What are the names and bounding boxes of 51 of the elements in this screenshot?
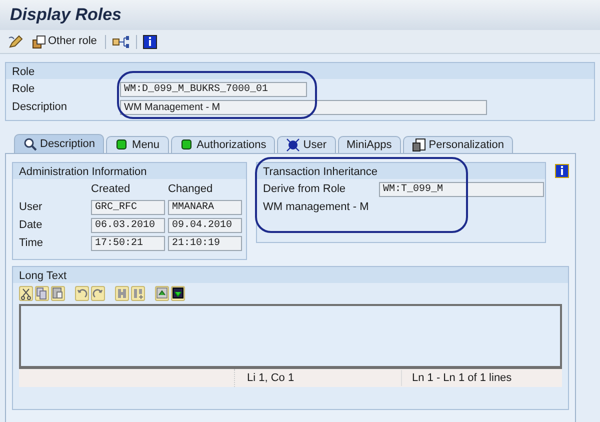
cut-icon[interactable]	[19, 286, 33, 301]
input-field: GRC_RFC	[91, 200, 165, 214]
info-icon[interactable]	[142, 34, 157, 48]
group-title: Transaction Inheritance	[257, 163, 545, 179]
undo-icon[interactable]	[75, 286, 89, 301]
field-label: Description	[12, 100, 68, 115]
status-light-icon	[180, 138, 194, 152]
input-field: 21:10:19	[168, 236, 242, 250]
role-description: WM management - M	[263, 200, 369, 216]
tab[interactable]: Personalization	[402, 136, 513, 153]
field-label: Time	[19, 236, 44, 251]
field-label: User	[19, 200, 44, 215]
input-field: 06.03.2010	[91, 218, 165, 232]
copy-icon[interactable]	[35, 286, 49, 301]
paste-icon[interactable]	[51, 286, 65, 301]
column-header: Created	[91, 182, 132, 198]
input-field: 17:50:21	[91, 236, 165, 250]
cursor-position: Li 1, Co 1	[246, 370, 296, 386]
group-title: Long Text	[13, 267, 568, 283]
find-next-icon[interactable]	[131, 286, 145, 301]
group-title: Administration Information	[13, 163, 246, 179]
magnifier-icon	[23, 137, 37, 151]
download-icon[interactable]	[171, 286, 185, 301]
line-count: Ln 1 - Ln 1 of 1 lines	[401, 370, 512, 386]
input-field[interactable]: WM:D_099_M_BUKRS_7000_01	[120, 82, 307, 96]
other-role-button[interactable]: Other role	[30, 33, 99, 50]
status-light-icon	[115, 138, 130, 152]
tab[interactable]: Description	[14, 134, 104, 153]
tab[interactable]: Authorizations	[170, 136, 276, 153]
tab[interactable]: User	[277, 136, 336, 153]
input-field: MMANARA	[168, 200, 242, 214]
field-label: Date	[19, 218, 44, 233]
tab[interactable]: Menu	[106, 136, 169, 153]
upload-icon[interactable]	[155, 286, 169, 301]
window-title: Display Roles	[10, 4, 122, 26]
documents-icon	[412, 138, 426, 152]
input-field: 09.04.2010	[168, 218, 242, 232]
field-label: Role	[12, 82, 36, 97]
info-icon[interactable]	[555, 164, 569, 178]
column-header: Changed	[168, 182, 214, 198]
user-icon	[286, 138, 300, 152]
input-field[interactable]: WM:T_099_M	[379, 182, 544, 196]
input-field[interactable]: WM Management - M	[120, 100, 487, 114]
redo-icon[interactable]	[91, 286, 105, 301]
group-title: Role	[6, 63, 594, 79]
pencil-icon[interactable]	[8, 34, 24, 48]
tab[interactable]: MiniApps	[338, 136, 401, 153]
hierarchy-icon[interactable]	[112, 34, 130, 48]
text-editor[interactable]	[19, 304, 562, 369]
field-label: Derive from Role	[263, 182, 347, 197]
documents-icon	[32, 34, 46, 48]
